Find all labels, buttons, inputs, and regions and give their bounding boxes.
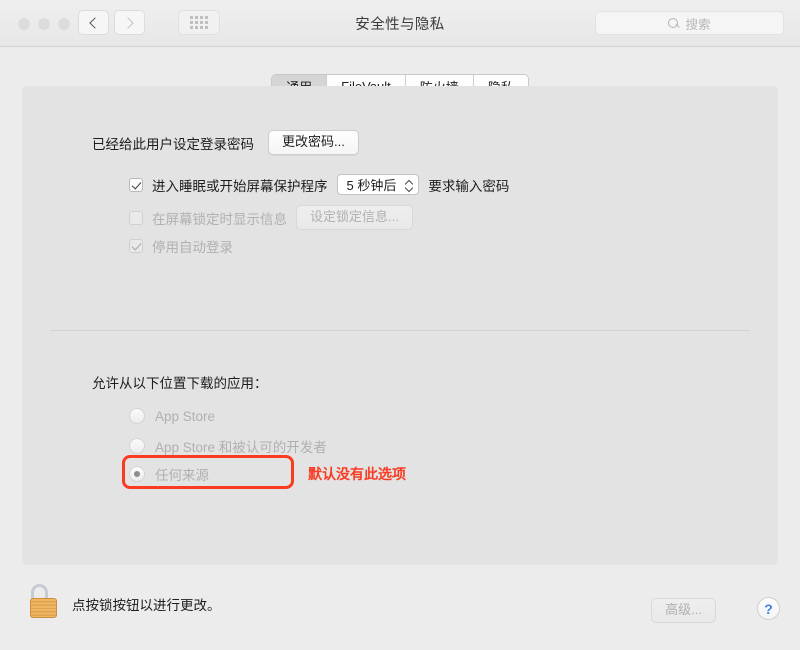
lock-message-row: 在屏幕锁定时显示信息 设定锁定信息... — [129, 205, 413, 231]
require-password-suffix: 要求输入密码 — [428, 178, 510, 194]
annotation-row: 默认没有此选项 — [308, 464, 406, 484]
download-sources-heading: 允许从以下位置下载的应用： — [92, 376, 268, 391]
lock-message-label: 在屏幕锁定时显示信息 — [152, 211, 287, 227]
password-delay-value: 5 秒钟后 — [346, 178, 397, 193]
require-password-row: 进入睡眠或开始屏幕保护程序 5 秒钟后 要求输入密码 — [129, 174, 509, 195]
password-status-label: 已经给此用户设定登录密码 — [92, 136, 254, 152]
annotation-text: 默认没有此选项 — [308, 466, 406, 482]
require-password-checkbox[interactable] — [129, 177, 143, 192]
unlocked-padlock-icon[interactable] — [30, 584, 57, 618]
radio-row-app-store-identified[interactable]: App Store 和被认可的开发者 — [129, 436, 327, 456]
radio-anywhere-label: 任何来源 — [155, 468, 209, 483]
advanced-button[interactable]: 高级... — [651, 598, 716, 624]
radio-row-app-store[interactable]: App Store — [129, 408, 215, 424]
radio-app-store-identified-label: App Store 和被认可的开发者 — [155, 440, 327, 455]
help-button[interactable]: ? — [757, 597, 780, 620]
padlock-body — [30, 598, 57, 618]
disable-auto-login-checkbox[interactable] — [129, 239, 143, 253]
password-status-row: 已经给此用户设定登录密码 更改密码... — [92, 130, 359, 156]
preferences-panel: 已经给此用户设定登录密码 更改密码... 进入睡眠或开始屏幕保护程序 5 秒钟后… — [22, 86, 778, 565]
system-preferences-window: 安全性与隐私 搜索 通用 FileVault 防火墙 隐私 已经给此用户设定登录… — [0, 0, 800, 650]
change-password-button[interactable]: 更改密码... — [268, 130, 359, 156]
search-placeholder: 搜索 — [685, 17, 711, 32]
radio-app-store-identified[interactable] — [129, 438, 145, 454]
radio-anywhere[interactable] — [129, 466, 145, 482]
download-sources-heading-row: 允许从以下位置下载的应用： — [92, 372, 268, 392]
radio-row-anywhere[interactable]: 任何来源 — [129, 464, 209, 484]
section-divider — [50, 330, 750, 331]
lock-hint-text: 点按锁按钮以进行更改。 — [72, 598, 221, 613]
password-delay-select[interactable]: 5 秒钟后 — [336, 174, 420, 195]
radio-app-store[interactable] — [129, 408, 145, 424]
lock-message-checkbox[interactable] — [129, 210, 143, 225]
set-lock-message-button[interactable]: 设定锁定信息... — [296, 205, 413, 231]
require-password-label: 进入睡眠或开始屏幕保护程序 — [152, 178, 328, 194]
disable-auto-login-row: 停用自动登录 — [129, 236, 233, 256]
radio-app-store-label: App Store — [155, 408, 216, 424]
title-bar: 安全性与隐私 搜索 — [0, 0, 800, 47]
disable-auto-login-label: 停用自动登录 — [152, 240, 233, 255]
search-icon — [668, 17, 679, 29]
stepper-icon — [406, 180, 413, 190]
search-field[interactable]: 搜索 — [595, 11, 784, 35]
